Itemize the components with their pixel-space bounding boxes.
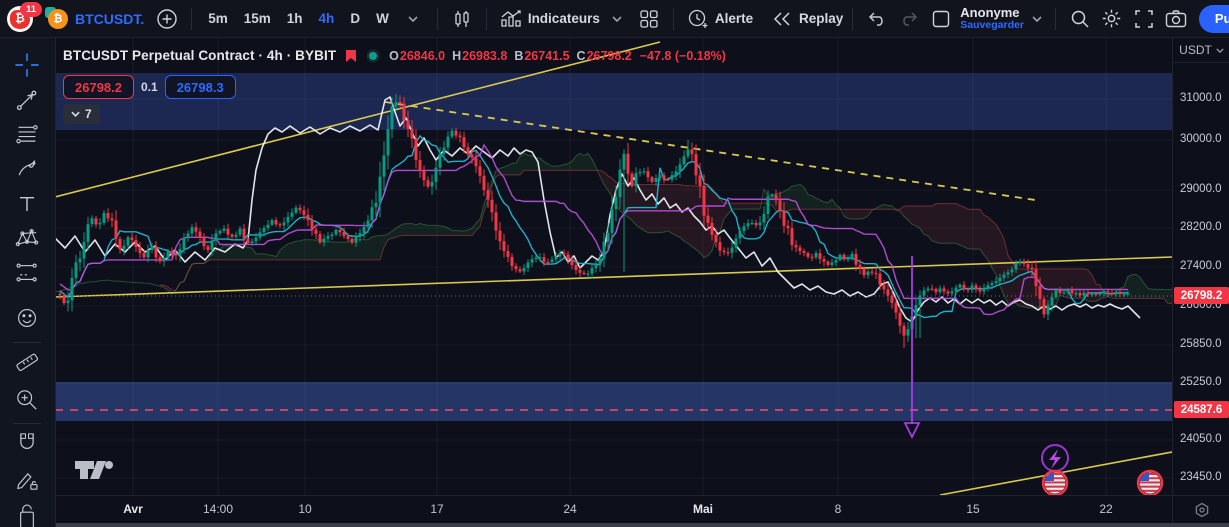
price-tick: 31000.0 — [1180, 92, 1222, 104]
timeframe-1d[interactable]: D — [343, 6, 367, 32]
timeframe-1w[interactable]: W — [369, 6, 396, 32]
time-tick: 24 — [563, 502, 577, 516]
sell-bid-button[interactable]: 26798.2 — [63, 75, 134, 99]
replay-button[interactable]: Replay — [799, 11, 843, 26]
publish-button[interactable]: Publier — [1198, 4, 1229, 33]
symbol-title[interactable]: BTCUSDT Perpetual Contract · 4h · BYBIT — [63, 48, 336, 63]
drawing-lock-tool[interactable] — [10, 465, 44, 495]
price-tick: 30000.0 — [1180, 133, 1222, 145]
drawing-toolbar — [0, 38, 56, 527]
layout-name-button[interactable]: Anonyme Sauvegarder — [960, 6, 1024, 31]
notification-badge: 11 — [20, 1, 42, 17]
support-zone — [55, 382, 1172, 421]
price-tick: 28200.0 — [1180, 221, 1222, 233]
screenshot-camera-icon[interactable] — [1161, 4, 1191, 34]
chart-type-candles-icon[interactable] — [447, 4, 477, 34]
price-axis[interactable]: USDT 31000.0 30000.0 29000.0 28200.0 27400.0… — [1172, 38, 1229, 495]
price-tick: 25250.0 — [1180, 376, 1222, 388]
indicators-collapse-chip[interactable]: 7 — [63, 104, 100, 124]
save-label[interactable]: Sauvegarder — [960, 19, 1024, 31]
time-tick: 10 — [298, 502, 312, 516]
layout-name: Anonyme — [960, 5, 1020, 21]
price-tick: 29000.0 — [1180, 183, 1222, 195]
btc-coin-icon: ₿ — [45, 6, 68, 30]
price-axis-currency[interactable]: USDT — [1173, 38, 1229, 63]
price-tick: 25850.0 — [1180, 338, 1222, 350]
trend-line-tool[interactable] — [10, 85, 44, 115]
tradingview-window: ₿ 11 ₿ BTCUSDT. 5m 15m 1h 4h D W Indicat… — [0, 0, 1229, 527]
ruler-tool[interactable] — [10, 347, 44, 377]
projection-tool[interactable] — [10, 256, 44, 286]
ohlc-values: O26846.0 H26983.8 B26741.5 C26798.2 −47.… — [389, 48, 726, 63]
time-tick: 17 — [430, 502, 444, 516]
timeframe-5m[interactable]: 5m — [201, 6, 235, 32]
time-tick: 22 — [1099, 502, 1113, 516]
chevron-down-icon — [71, 111, 80, 117]
brush-tool[interactable] — [10, 154, 44, 184]
search-icon[interactable] — [1065, 4, 1095, 34]
lock-all-tool[interactable] — [10, 500, 44, 527]
time-tick: 8 — [834, 502, 842, 516]
spread-value: 0.1 — [141, 80, 158, 94]
emoji-tool[interactable] — [10, 303, 44, 333]
price-tick: 23450.0 — [1180, 471, 1222, 483]
order-panel: 26798.2 0.1 26798.3 — [63, 75, 236, 99]
fib-retracement-tool[interactable] — [10, 120, 44, 150]
price-tick: 27400.0 — [1180, 260, 1222, 272]
undo-icon[interactable] — [862, 4, 892, 34]
compare-add-icon[interactable] — [152, 4, 182, 34]
ichimoku-cloud — [176, 153, 596, 290]
time-tick: Mai — [692, 502, 714, 516]
xabcd-pattern-tool[interactable] — [10, 223, 44, 253]
top-toolbar: ₿ 11 ₿ BTCUSDT. 5m 15m 1h 4h D W Indicat… — [0, 0, 1229, 38]
app-logo[interactable]: ₿ 11 — [6, 1, 42, 34]
crosshair-tool[interactable] — [10, 50, 44, 80]
redo-icon[interactable] — [894, 4, 924, 34]
chart-legend: BTCUSDT Perpetual Contract · 4h · BYBIT … — [63, 48, 726, 63]
flag-icon[interactable] — [345, 49, 357, 63]
market-status-icon — [366, 49, 380, 62]
time-tick: 14:00 — [202, 502, 234, 516]
chevron-down-icon — [1216, 47, 1224, 53]
layout-select-icon[interactable] — [926, 4, 956, 34]
text-tool[interactable] — [10, 189, 44, 219]
indicators-button[interactable]: Indicateurs — [528, 11, 600, 26]
time-tick: Avr — [123, 502, 143, 516]
fullscreen-icon[interactable] — [1129, 4, 1159, 34]
axis-settings-corner[interactable] — [1172, 495, 1229, 524]
layout-templates-icon[interactable] — [634, 4, 664, 34]
alert-button[interactable]: Alerte — [715, 11, 753, 26]
alert-clock-icon[interactable] — [683, 4, 713, 34]
indicators-chevron-down-icon[interactable] — [602, 4, 632, 34]
buy-ask-button[interactable]: 26798.3 — [164, 75, 236, 99]
last-price-label: 26798.2 — [1174, 287, 1229, 304]
timeframe-1h[interactable]: 1h — [280, 6, 310, 32]
timeframe-chevron-down-icon[interactable] — [398, 4, 428, 34]
chart-plot-area[interactable] — [55, 38, 1172, 495]
scales-settings-icon[interactable] — [1194, 502, 1210, 518]
settings-gear-icon[interactable] — [1097, 4, 1127, 34]
layout-chevron-down-icon[interactable] — [1028, 4, 1046, 34]
bottom-strip — [55, 523, 1229, 527]
symbol-button[interactable]: BTCUSDT. — [75, 11, 144, 27]
time-axis[interactable]: Avr 14:00 10 17 24 Mai 8 15 22 — [55, 495, 1172, 524]
hidden-indicators-count: 7 — [85, 107, 92, 121]
time-tick: 15 — [966, 502, 980, 516]
timeframe-15m[interactable]: 15m — [237, 6, 278, 32]
change-value: −47.8 (−0.18%) — [639, 48, 726, 63]
replay-icon[interactable] — [767, 4, 797, 34]
price-chart-canvas[interactable] — [55, 38, 1172, 495]
alert-price-label: 24587.6 — [1174, 401, 1229, 418]
timeframe-4h[interactable]: 4h — [312, 6, 342, 32]
down-arrow-head — [903, 422, 921, 440]
indicators-icon[interactable] — [496, 4, 526, 34]
magnet-tool[interactable] — [10, 428, 44, 458]
zoom-in-tool[interactable] — [10, 385, 44, 415]
price-tick: 24050.0 — [1180, 433, 1222, 445]
ichimoku-cloud — [844, 209, 872, 220]
